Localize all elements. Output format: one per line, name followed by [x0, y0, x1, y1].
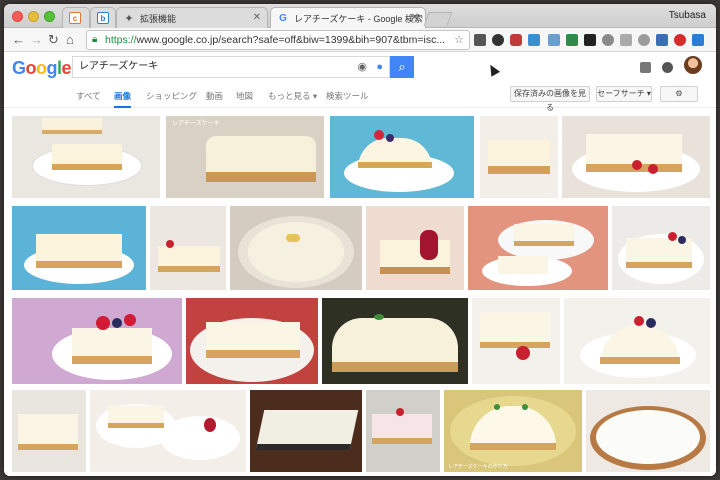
url-scheme: https://: [105, 34, 137, 46]
lock-icon: 🔒︎: [92, 34, 98, 45]
safesearch-button[interactable]: セーフサーチ ▾: [596, 86, 652, 102]
logo-letter: o: [25, 58, 37, 78]
search-input[interactable]: レアチーズケーキ ◉ ●: [72, 56, 390, 78]
notifications-icon[interactable]: [662, 62, 673, 73]
saved-images-button[interactable]: 保存済みの画像を見る: [510, 86, 590, 112]
browser-toolbar: ← → ↻ ⌂ 🔒︎ https://www.google.co.jp/sear…: [4, 28, 716, 52]
extension-icon[interactable]: [602, 34, 614, 46]
image-result[interactable]: [12, 390, 86, 472]
image-result[interactable]: [90, 390, 246, 472]
extension-icon[interactable]: [638, 34, 650, 46]
crosshair-icon[interactable]: [620, 34, 632, 46]
minimize-window-button[interactable]: [28, 11, 39, 22]
close-tab-icon[interactable]: ✕: [253, 12, 261, 23]
search-query: レアチーズケーキ: [79, 61, 159, 72]
image-results-grid: レアチーズケーキ レアチーズケーキの作り方: [4, 112, 716, 476]
apps-grid-icon[interactable]: [640, 62, 651, 73]
close-tab-icon[interactable]: ✕: [411, 12, 419, 23]
image-result[interactable]: [12, 116, 160, 198]
logo-letter: e: [61, 58, 72, 78]
google-logo[interactable]: Google: [12, 58, 72, 79]
tab-extensions[interactable]: ✦ 拡張機能 ✕: [116, 7, 268, 28]
search-button[interactable]: ⌕: [390, 56, 414, 78]
tab-title: 拡張機能: [140, 13, 177, 24]
image-result[interactable]: [480, 116, 558, 198]
tab-google-search[interactable]: G レアチーズケーキ - Google 検索 ✕: [270, 7, 426, 28]
image-result[interactable]: [12, 298, 182, 384]
image-result[interactable]: [150, 206, 226, 290]
puzzle-icon: ✦: [124, 12, 134, 25]
logo-letter: g: [46, 58, 58, 78]
logo-letter: G: [12, 58, 26, 78]
evernote-icon[interactable]: [566, 34, 578, 46]
search-tabs: すべて 画像 ショッピング 動画 地図 もっと見る ▾ 検索ツール 保存済みの画…: [4, 86, 716, 112]
image-result[interactable]: [330, 116, 474, 198]
google-g-icon: G: [279, 12, 287, 24]
extension-icon[interactable]: [584, 34, 596, 46]
zoom-window-button[interactable]: [44, 11, 55, 22]
google-header: Google レアチーズケーキ ◉ ● ⌕ すべて 画像 ショッピング 動画 地…: [4, 52, 716, 112]
url-text: www.google.co.jp/search?safe=off&biw=139…: [136, 34, 446, 46]
avatar[interactable]: [684, 56, 702, 74]
image-result[interactable]: [468, 206, 608, 290]
extension-icon[interactable]: [528, 34, 540, 46]
profile-name[interactable]: Tsubasa: [669, 10, 706, 21]
extension-icon[interactable]: [548, 34, 560, 46]
close-window-button[interactable]: [12, 11, 23, 22]
camera-icon[interactable]: ◉: [357, 57, 367, 77]
image-result[interactable]: [322, 298, 468, 384]
image-result[interactable]: [366, 390, 440, 472]
image-result[interactable]: [250, 390, 362, 472]
watermark: レアチーズケーキの作り方: [448, 464, 508, 470]
logo-letter: o: [36, 58, 47, 78]
pinterest-icon[interactable]: [674, 34, 686, 46]
new-tab-button[interactable]: [423, 12, 453, 26]
home-icon[interactable]: ⌂: [66, 32, 74, 48]
extension-icon[interactable]: [656, 34, 668, 46]
tab-maps[interactable]: 地図: [236, 90, 253, 102]
image-result[interactable]: [366, 206, 464, 290]
tab-more[interactable]: もっと見る ▾: [268, 90, 317, 102]
image-result[interactable]: [186, 298, 318, 384]
image-result[interactable]: レアチーズケーキの作り方: [444, 390, 582, 472]
gear-icon: ⚙: [675, 89, 683, 98]
image-result[interactable]: レアチーズケーキ: [166, 116, 324, 198]
pocket-icon[interactable]: [510, 34, 522, 46]
image-result[interactable]: [586, 390, 710, 472]
tab-images[interactable]: 画像: [114, 90, 132, 108]
extension-icon[interactable]: [474, 34, 486, 46]
forward-arrow-icon[interactable]: →: [30, 32, 43, 48]
settings-button[interactable]: ⚙: [660, 86, 698, 102]
extension-c-icon: c: [69, 12, 81, 24]
back-arrow-icon[interactable]: ←: [12, 32, 25, 48]
tab-extension-c[interactable]: c: [62, 7, 90, 28]
bookmark-star-icon[interactable]: ☆: [454, 31, 464, 49]
reload-icon[interactable]: ↻: [48, 32, 59, 48]
browser-window: c b ✦ 拡張機能 ✕ G レアチーズケーキ - Google 検索 ✕ Ts…: [4, 4, 716, 476]
download-icon[interactable]: [692, 34, 704, 46]
address-bar[interactable]: 🔒︎ https://www.google.co.jp/search?safe=…: [86, 30, 470, 50]
tab-title: レアチーズケーキ - Google 検索: [294, 13, 423, 24]
image-result[interactable]: [12, 206, 146, 290]
tab-search-tools[interactable]: 検索ツール: [326, 90, 369, 102]
image-result[interactable]: [562, 116, 710, 198]
tab-shopping[interactable]: ショッピング: [146, 90, 197, 102]
image-result[interactable]: [230, 206, 362, 290]
search-icon: ⌕: [398, 59, 406, 74]
tab-videos[interactable]: 動画: [206, 90, 223, 102]
watermark: レアチーズケーキ: [172, 121, 220, 127]
microphone-icon[interactable]: ●: [376, 57, 383, 77]
image-result[interactable]: [612, 206, 710, 290]
tab-strip: c b ✦ 拡張機能 ✕ G レアチーズケーキ - Google 検索 ✕ Ts…: [4, 4, 716, 28]
tab-all[interactable]: すべて: [76, 90, 101, 102]
tab-extension-b[interactable]: b: [90, 7, 116, 28]
image-result[interactable]: [472, 298, 560, 384]
extension-b-icon: b: [97, 12, 109, 24]
extension-icon[interactable]: [492, 34, 504, 46]
image-result[interactable]: [564, 298, 710, 384]
